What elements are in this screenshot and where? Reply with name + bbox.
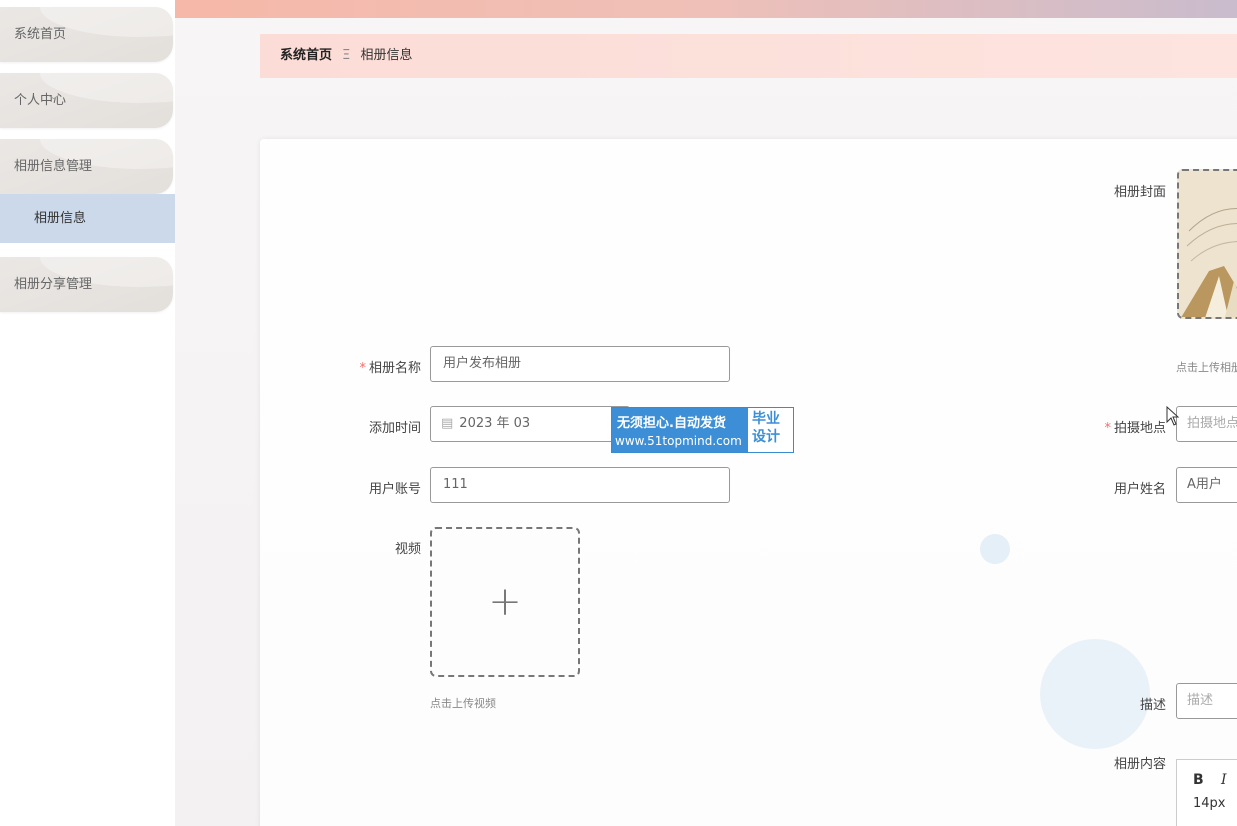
description-input[interactable]: 描述 xyxy=(1176,683,1237,719)
sidebar-item-share-management[interactable]: 相册分享管理 ﹀ xyxy=(0,257,173,312)
album-name-label: * 相册名称 xyxy=(359,361,421,376)
breadcrumb-home[interactable]: 系统首页 xyxy=(280,48,332,63)
rich-text-editor[interactable]: B I 14px xyxy=(1176,759,1237,826)
decorative-circle xyxy=(980,534,1010,564)
user-account-label: 用户账号 xyxy=(368,482,421,497)
bold-button[interactable]: B xyxy=(1193,772,1204,788)
watermark: 无须担心.自动发货 www.51topmind.com 毕业 设计 xyxy=(611,407,794,453)
breadcrumb-current: 相册信息 xyxy=(360,48,413,63)
breadcrumb: 系统首页 Ξ 相册信息 xyxy=(260,34,1237,78)
sidebar-subitem-label: 相册信息 xyxy=(34,211,87,226)
sidebar-item-personal-center[interactable]: 个人中心 ﹀ xyxy=(0,73,173,128)
username-label: 用户姓名 xyxy=(1113,482,1166,497)
calendar-icon: ▤ xyxy=(441,416,454,431)
location-label: * 拍摄地点 xyxy=(1104,421,1166,436)
chevron-up-icon: ︿ xyxy=(74,160,86,173)
cover-label: 相册封面 xyxy=(1113,185,1166,200)
chevron-down-icon: ﹀ xyxy=(74,278,86,291)
breadcrumb-separator-icon: Ξ xyxy=(342,48,351,63)
add-time-label: 添加时间 xyxy=(368,421,421,436)
sidebar: 系统首页 个人中心 ﹀ 相册信息管理 ︿ 相册信息 相册分享管理 ﹀ xyxy=(0,0,176,826)
sidebar-item-album-management[interactable]: 相册信息管理 ︿ xyxy=(0,139,173,194)
location-input[interactable]: 拍摄地点 xyxy=(1176,406,1237,442)
video-label: 视频 xyxy=(394,542,421,557)
chevron-down-icon: ﹀ xyxy=(48,94,60,107)
description-label: 描述 xyxy=(1139,698,1166,713)
album-name-input[interactable]: 用户发布相册 xyxy=(430,346,730,382)
username-input[interactable]: A用户 xyxy=(1176,467,1237,503)
album-content-label: 相册内容 xyxy=(1113,757,1166,772)
sidebar-item-home[interactable]: 系统首页 xyxy=(0,7,173,62)
font-size-select[interactable]: 14px xyxy=(1193,796,1226,811)
cover-upload-hint: 点击上传相册 xyxy=(1176,361,1237,374)
cover-image[interactable] xyxy=(1177,169,1237,319)
plus-icon: + xyxy=(488,579,522,625)
book-image-icon xyxy=(1179,171,1237,317)
top-header xyxy=(175,0,1237,18)
video-upload-box[interactable]: + xyxy=(430,527,580,677)
form-card: * 相册名称 用户发布相册 添加时间 ▤ 2023 年 03 无须担心.自动发货 w… xyxy=(260,139,1237,826)
main-content: 系统首页 Ξ 相册信息 * 相册名称 用户发布相册 添加时间 ▤ 2023 年 03… xyxy=(175,18,1237,826)
sidebar-item-label: 系统首页 xyxy=(14,27,67,42)
italic-button[interactable]: I xyxy=(1221,772,1227,788)
mouse-cursor-icon xyxy=(1166,405,1180,426)
video-upload-hint: 点击上传视频 xyxy=(430,697,496,710)
sidebar-subitem-album-info[interactable]: 相册信息 xyxy=(0,194,175,243)
add-time-picker[interactable]: ▤ 2023 年 03 xyxy=(430,406,630,442)
user-account-input[interactable]: 111 xyxy=(430,467,730,503)
